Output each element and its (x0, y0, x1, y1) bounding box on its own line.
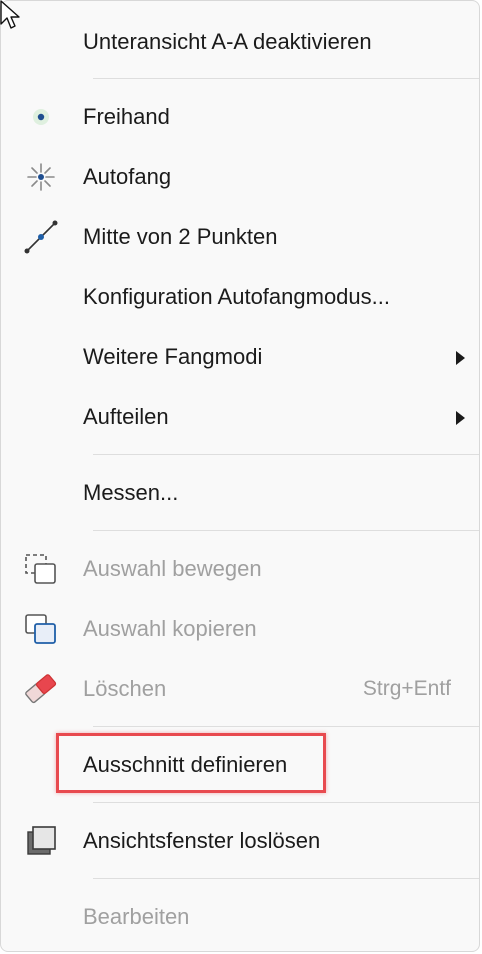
menu-item-unteransicht-deaktivieren[interactable]: Unteransicht A-A deaktivieren (1, 12, 479, 72)
detach-window-icon (19, 826, 63, 856)
menu-item-label: Aufteilen (83, 404, 169, 429)
menu-item-label: Freihand (83, 104, 170, 129)
move-selection-icon (19, 554, 63, 584)
menu-item-label: Weitere Fangmodi (83, 344, 263, 369)
menu-separator (93, 802, 479, 803)
menu-item-ansichtsfenster-losloesen[interactable]: Ansichtsfenster loslösen (1, 811, 479, 871)
menu-item-label: Auswahl bewegen (83, 556, 262, 581)
menu-item-mitte-von-2-punkten[interactable]: Mitte von 2 Punkten (1, 207, 479, 267)
menu-item-label: Auswahl kopieren (83, 616, 257, 641)
menu-item-label: Autofang (83, 164, 172, 189)
menu-item-label: Mitte von 2 Punkten (83, 224, 278, 249)
menu-item-aufteilen[interactable]: Aufteilen (1, 387, 479, 447)
menu-item-auswahl-bewegen[interactable]: Auswahl bewegen (1, 539, 479, 599)
menu-item-label: Ansichtsfenster loslösen (83, 828, 321, 853)
mouse-cursor-icon (0, 0, 20, 29)
freehand-point-icon (19, 102, 63, 132)
menu-item-loeschen[interactable]: Löschen Strg+Entf (1, 659, 479, 719)
menu-item-auswahl-kopieren[interactable]: Auswahl kopieren (1, 599, 479, 659)
menu-item-autofang[interactable]: Autofang (1, 147, 479, 207)
copy-selection-icon (19, 614, 63, 644)
menu-item-freihand[interactable]: Freihand (1, 87, 479, 147)
eraser-icon (19, 674, 63, 704)
autosnap-icon (19, 162, 63, 192)
menu-item-weitere-fangmodi[interactable]: Weitere Fangmodi (1, 327, 479, 387)
menu-item-label: Messen... (83, 480, 179, 505)
menu-separator (93, 726, 479, 727)
context-menu: Unteransicht A-A deaktivieren Freihand A… (0, 0, 480, 952)
menu-separator (93, 878, 479, 879)
submenu-arrow-icon (456, 351, 465, 365)
menu-item-bearbeiten[interactable]: Bearbeiten (1, 887, 479, 947)
menu-item-label: Unteransicht A-A deaktivieren (83, 29, 372, 54)
submenu-arrow-icon (456, 411, 465, 425)
menu-item-messen[interactable]: Messen... (1, 463, 479, 523)
menu-separator (93, 454, 479, 455)
menu-separator (93, 78, 479, 79)
midpoint-icon (19, 220, 63, 254)
menu-item-konfiguration-autofangmodus[interactable]: Konfiguration Autofangmodus... (1, 267, 479, 327)
menu-item-label: Konfiguration Autofangmodus... (83, 284, 390, 309)
highlight-box (56, 733, 326, 793)
shortcut-label: Strg+Entf (362, 677, 451, 700)
menu-item-label: Löschen (83, 676, 167, 701)
menu-separator (93, 530, 479, 531)
menu-item-label: Bearbeiten (83, 904, 190, 929)
